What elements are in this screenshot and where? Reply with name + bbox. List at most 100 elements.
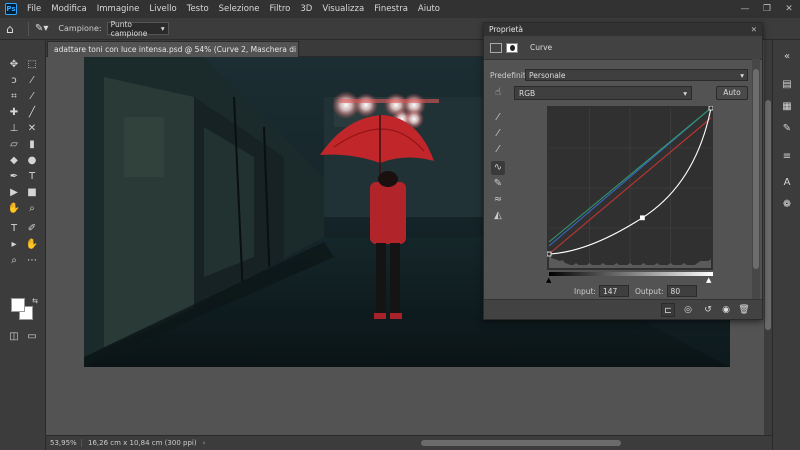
menu-selezione[interactable]: Selezione <box>214 4 265 14</box>
crop-tool-icon[interactable]: ⌗ <box>7 90 21 104</box>
properties-header[interactable]: Proprietà ✕ <box>484 23 762 36</box>
quick-select-tool-icon[interactable]: ⁄ <box>25 74 39 88</box>
adjustment-icon[interactable] <box>490 42 502 53</box>
gradient-tool-icon[interactable]: ▮ <box>25 138 39 152</box>
minimize-button[interactable]: — <box>734 4 756 14</box>
zoom-tool-icon[interactable]: ⌕ <box>25 202 39 216</box>
window-controls: — ❐ ✕ <box>734 4 800 14</box>
properties-footer: ⊏ ◎ ↺ ◉ 🗑 <box>484 299 762 319</box>
screen-mode-icon[interactable]: ▭ <box>25 330 39 344</box>
path-arrow-icon[interactable]: ▸ <box>7 238 21 252</box>
more-tools-icon[interactable]: ⋯ <box>25 254 39 268</box>
path-select-icon[interactable]: ▶ <box>7 186 21 200</box>
pen-tool-icon[interactable]: ✒ <box>7 170 21 184</box>
white-point-slider[interactable]: ▲ <box>706 276 711 284</box>
white-point-eyedropper-icon[interactable]: ⁄ <box>491 143 505 157</box>
canvas-horizontal-scrollbar[interactable] <box>246 439 746 447</box>
move-tool-icon[interactable]: ✥ <box>7 58 21 72</box>
healing-tool-icon[interactable]: ✚ <box>7 106 21 120</box>
close-window-button[interactable]: ✕ <box>778 4 800 14</box>
foreground-color-swatch[interactable] <box>11 298 25 312</box>
sample-select[interactable]: Punto campione ▾ <box>106 19 169 38</box>
chevron-down-icon: ▾ <box>160 24 165 33</box>
curves-graph[interactable] <box>546 105 714 270</box>
menu-modifica[interactable]: Modifica <box>46 4 92 14</box>
hand-icon[interactable]: ✋ <box>25 238 39 252</box>
curve-control-point[interactable] <box>546 251 552 257</box>
channel-select[interactable]: RGB ▾ <box>514 86 692 100</box>
hand-tool-icon[interactable]: ✋ <box>7 202 21 216</box>
eyedropper-tool-icon[interactable]: ⁄ <box>25 90 39 104</box>
pencil-icon[interactable]: ✎ <box>491 177 505 191</box>
swap-colors-icon[interactable]: ⇆ <box>28 294 42 308</box>
menu-aiuto[interactable]: Aiuto <box>413 4 445 14</box>
properties-scrollbar[interactable] <box>752 59 760 299</box>
trash-icon[interactable]: 🗑 <box>737 303 751 317</box>
blur-tool-icon[interactable]: ◆ <box>7 154 21 168</box>
adjustments-panel-icon[interactable]: ≡ <box>780 150 794 164</box>
transform-icon[interactable]: T <box>7 222 21 236</box>
curve-icon[interactable]: ∿ <box>491 161 505 175</box>
on-image-adjust-icon[interactable]: ☝ <box>491 86 505 100</box>
menu-filtro[interactable]: Filtro <box>265 4 296 14</box>
curve-control-point[interactable] <box>708 105 714 111</box>
type-tool-icon[interactable]: T <box>25 170 39 184</box>
black-point-eyedropper-icon[interactable]: ⁄ <box>491 111 505 125</box>
zoom-level[interactable]: 53,95% <box>46 439 82 447</box>
home-icon[interactable]: ⌂ <box>6 22 22 36</box>
stamp-tool-icon[interactable]: ⊥ <box>7 122 21 136</box>
menu-livello[interactable]: Livello <box>144 4 181 14</box>
dodge-tool-icon[interactable]: ● <box>25 154 39 168</box>
eye-icon[interactable]: ◉ <box>719 303 733 317</box>
menu-3d[interactable]: 3D <box>295 4 317 14</box>
brush-tool-icon[interactable]: ╱ <box>25 106 39 120</box>
panel-expand-icon[interactable]: « <box>780 50 794 64</box>
canvas-vertical-scrollbar[interactable] <box>764 40 772 435</box>
clip-to-layer-icon[interactable]: ⊏ <box>661 303 675 317</box>
tool-preset-icon[interactable]: ✎▾ <box>35 23 48 34</box>
curve-control-point[interactable] <box>639 215 645 221</box>
input-field[interactable]: 147 <box>598 285 629 297</box>
view-previous-icon[interactable]: ◎ <box>681 303 695 317</box>
properties-scroll-thumb[interactable] <box>753 69 759 269</box>
maximize-button[interactable]: ❐ <box>756 4 778 14</box>
smooth-curve-icon[interactable]: ≈ <box>491 193 505 207</box>
menu-immagine[interactable]: Immagine <box>92 4 145 14</box>
marquee-tool-icon[interactable]: ⬚ <box>25 58 39 72</box>
history-brush-icon[interactable]: ✕ <box>25 122 39 136</box>
document-tab[interactable]: adattare toni con luce intensa.psd @ 54%… <box>47 41 299 57</box>
menu-finestra[interactable]: Finestra <box>369 4 413 14</box>
auto-button[interactable]: Auto <box>716 86 748 100</box>
divider <box>28 21 29 36</box>
swatches-panel-icon[interactable]: ▦ <box>780 100 794 114</box>
preset-select[interactable]: Personale ▾ <box>525 69 748 81</box>
menu-testo[interactable]: Testo <box>182 4 214 14</box>
menu-file[interactable]: File <box>22 4 46 14</box>
quick-mask-icon[interactable]: ◫ <box>7 330 21 344</box>
output-label: Output: <box>634 286 664 296</box>
curves-graph-svg <box>546 105 714 268</box>
lasso-tool-icon[interactable]: ↄ <box>7 74 21 88</box>
libraries-panel-icon[interactable]: ❁ <box>780 198 794 212</box>
clipping-warning-icon[interactable]: ◭ <box>491 209 505 223</box>
chevron-right-icon[interactable]: › <box>203 439 206 447</box>
input-output-row: Input: 147 Output: 80 <box>574 285 703 297</box>
layer-mask-icon[interactable] <box>506 42 518 53</box>
eraser-tool-icon[interactable]: ▱ <box>7 138 21 152</box>
reset-icon[interactable]: ↺ <box>701 303 715 317</box>
output-field[interactable]: 80 <box>666 285 697 297</box>
horizontal-scroll-thumb[interactable] <box>421 440 621 446</box>
black-point-slider[interactable]: ▲ <box>546 276 551 284</box>
close-icon[interactable]: ✕ <box>751 25 757 34</box>
character-panel-icon[interactable]: A <box>780 176 794 190</box>
gray-point-eyedropper-icon[interactable]: ⁄ <box>491 127 505 141</box>
menu-visualizza[interactable]: Visualizza <box>317 4 369 14</box>
history-panel-icon[interactable]: ▤ <box>780 78 794 92</box>
brush-panel-icon[interactable]: ✎ <box>780 122 794 136</box>
zoom-icon[interactable]: ⌕ <box>7 254 21 268</box>
sample-select-value: Punto campione <box>110 19 148 38</box>
vertical-scroll-thumb[interactable] <box>765 100 771 330</box>
pen-path-icon[interactable]: ✐ <box>25 222 39 236</box>
menu-bar: Ps File Modifica Immagine Livello Testo … <box>0 0 800 18</box>
shape-tool-icon[interactable]: ■ <box>25 186 39 200</box>
